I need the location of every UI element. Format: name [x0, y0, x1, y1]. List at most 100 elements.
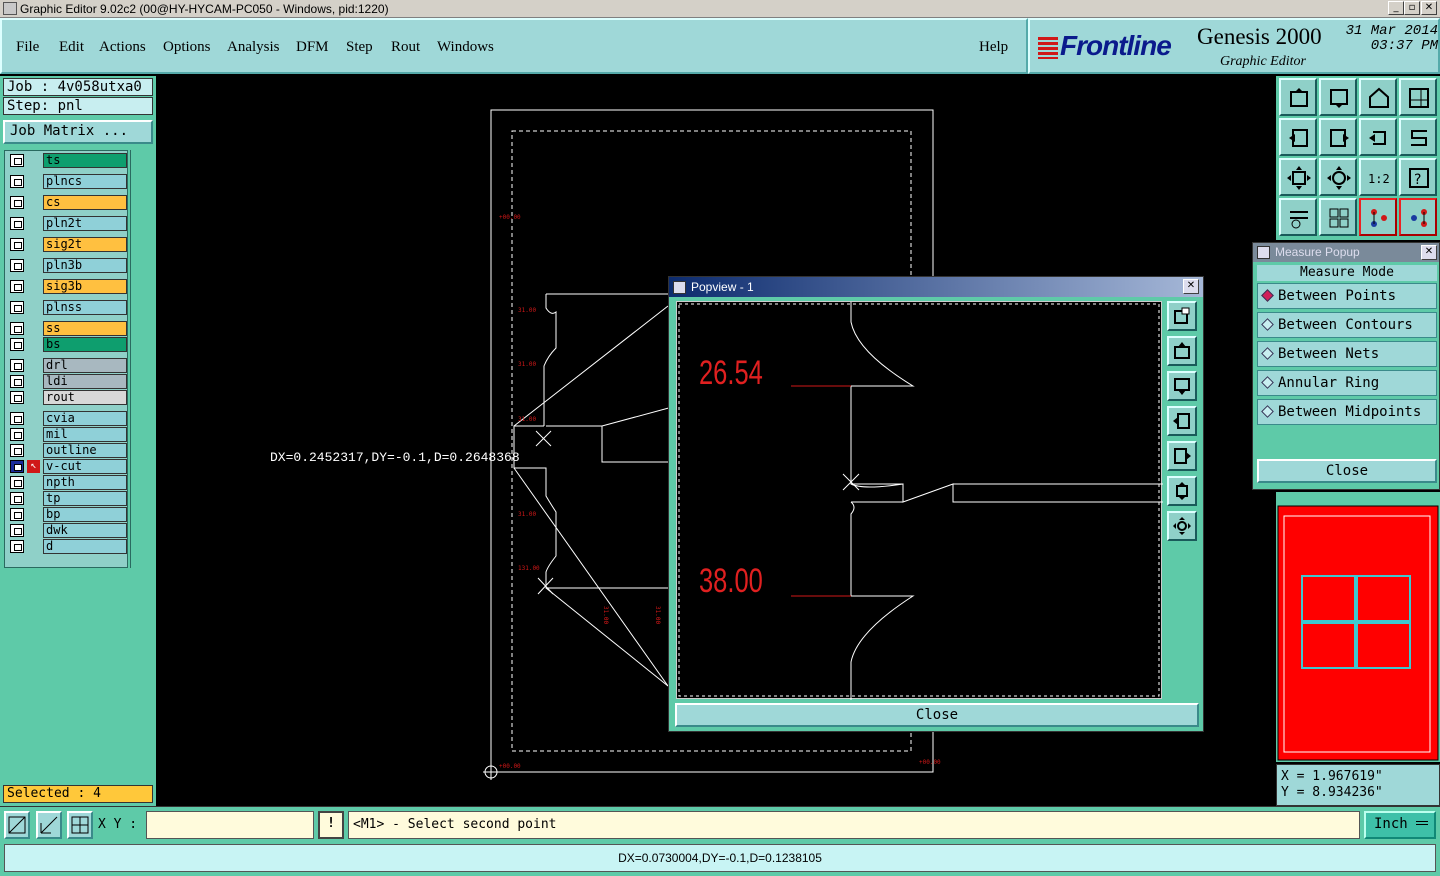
close-window-button[interactable]: ✕ [1421, 1, 1437, 15]
layer-checkbox[interactable] [10, 476, 24, 489]
menu-help[interactable]: Help [979, 39, 1008, 56]
menu-dfm[interactable]: DFM [296, 39, 329, 56]
layer-row-cvia[interactable]: cvia [9, 411, 129, 426]
layer-row-bp[interactable]: bp [9, 507, 129, 522]
layer-row-sig2t[interactable]: sig2t [9, 237, 129, 252]
tools-icon[interactable] [1279, 198, 1317, 236]
menu-analysis[interactable]: Analysis [227, 39, 280, 56]
popview-zoom-in-icon[interactable] [1167, 336, 1197, 366]
scale-1-2-icon[interactable]: 1:2 [1359, 158, 1397, 196]
layer-checkbox[interactable] [10, 217, 24, 230]
menu-step[interactable]: Step [346, 39, 373, 56]
execute-button[interactable]: ! [318, 811, 344, 839]
layer-row-mil[interactable]: mil [9, 427, 129, 442]
menu-rout[interactable]: Rout [391, 39, 420, 56]
grid-snap-icon[interactable] [67, 811, 93, 839]
popview-close-button[interactable]: Close [675, 703, 1199, 727]
layer-row-v-cut[interactable]: ↖ v-cut [9, 459, 129, 474]
layer-checkbox[interactable] [10, 508, 24, 521]
layer-row-bs[interactable]: bs [9, 337, 129, 352]
mode-between-contours[interactable]: Between Contours [1257, 312, 1437, 338]
layer-row-plnss[interactable]: plnss [9, 300, 129, 315]
layer-checkbox[interactable] [10, 375, 24, 388]
menu-options[interactable]: Options [163, 39, 211, 56]
layer-row-npth[interactable]: npth [9, 475, 129, 490]
layer-checkbox[interactable] [10, 428, 24, 441]
menu-actions[interactable]: Actions [99, 39, 146, 56]
zoom-fit-icon[interactable] [1279, 158, 1317, 196]
snap-icon[interactable] [4, 811, 30, 839]
layer-row-outline[interactable]: outline [9, 443, 129, 458]
layer-checkbox[interactable] [10, 540, 24, 553]
xy-input[interactable] [146, 811, 314, 839]
minimize-button[interactable]: _ [1388, 1, 1404, 15]
layer-row-pln2t[interactable]: pln2t [9, 216, 129, 231]
zoom-center-icon[interactable] [1319, 158, 1357, 196]
layer-row-pln3b[interactable]: pln3b [9, 258, 129, 273]
layer-checkbox[interactable] [10, 391, 24, 404]
layer-row-ss[interactable]: ss [9, 321, 129, 336]
layer-scrollbar[interactable] [130, 150, 154, 568]
overview-map[interactable] [1276, 492, 1440, 762]
mode-annular-ring[interactable]: Annular Ring [1257, 370, 1437, 396]
layer-checkbox[interactable] [10, 492, 24, 505]
layer-checkbox[interactable] [10, 301, 24, 314]
layer-checkbox[interactable] [10, 154, 24, 167]
grid-icon[interactable] [1319, 198, 1357, 236]
brand-area: Frontline Genesis 2000 Graphic Editor 31… [1028, 18, 1440, 74]
help-icon[interactable]: ? [1399, 158, 1437, 196]
undo-view-icon[interactable] [1359, 118, 1397, 156]
layer-row-cs[interactable]: cs [9, 195, 129, 210]
layer-checkbox[interactable] [10, 524, 24, 537]
layer-row-drl[interactable]: drl [9, 358, 129, 373]
home-icon[interactable] [1359, 78, 1397, 116]
maximize-button[interactable]: ▫ [1404, 1, 1420, 15]
menu-windows[interactable]: Windows [437, 39, 494, 56]
popview-zoom-out-icon[interactable] [1167, 371, 1197, 401]
layer-checkbox[interactable] [10, 259, 24, 272]
measure-close-button[interactable]: Close [1257, 459, 1437, 483]
layer-row-ldi[interactable]: ldi [9, 374, 129, 389]
layer-row-plncs[interactable]: plncs [9, 174, 129, 189]
popview-pan-left-icon[interactable] [1167, 406, 1197, 436]
layer-row-dwk[interactable]: dwk [9, 523, 129, 538]
mode-between-points[interactable]: Between Points [1257, 283, 1437, 309]
measure-close-icon[interactable]: ✕ [1421, 245, 1437, 260]
popview-close-icon[interactable]: ✕ [1183, 279, 1199, 294]
pan-left-icon[interactable] [1279, 118, 1317, 156]
pan-right-icon[interactable] [1319, 118, 1357, 156]
layer-checkbox[interactable] [10, 238, 24, 251]
job-matrix-button[interactable]: Job Matrix ... [3, 120, 153, 144]
popview-canvas[interactable]: 26.54 38.00 [676, 301, 1163, 700]
mode-between-nets[interactable]: Between Nets [1257, 341, 1437, 367]
layer-checkbox[interactable] [10, 460, 24, 473]
layer-checkbox[interactable] [10, 322, 24, 335]
net-highlight-icon[interactable] [1359, 198, 1397, 236]
zoom-in-icon[interactable] [1279, 78, 1317, 116]
menu-file[interactable]: File [16, 39, 39, 56]
layer-checkbox[interactable] [10, 196, 24, 209]
split-view-icon[interactable] [1399, 78, 1437, 116]
zoom-out-icon[interactable] [1319, 78, 1357, 116]
layer-row-d[interactable]: d [9, 539, 129, 554]
layer-row-tp[interactable]: tp [9, 491, 129, 506]
popview-center-icon[interactable] [1167, 511, 1197, 541]
mode-between-midpoints[interactable]: Between Midpoints [1257, 399, 1437, 425]
popview-settings-icon[interactable] [1167, 301, 1197, 331]
unit-selector[interactable]: Inch [1364, 811, 1436, 839]
popview-fit-icon[interactable] [1167, 476, 1197, 506]
net-select-icon[interactable] [1399, 198, 1437, 236]
layer-row-ts[interactable]: ts [9, 153, 129, 168]
measure-tool-icon[interactable] [36, 811, 62, 839]
menu-edit[interactable]: Edit [59, 39, 84, 56]
popview-pan-right-icon[interactable] [1167, 441, 1197, 471]
layer-checkbox[interactable] [10, 444, 24, 457]
layer-checkbox[interactable] [10, 412, 24, 425]
layer-row-rout[interactable]: rout [9, 390, 129, 405]
layer-checkbox[interactable] [10, 359, 24, 372]
layer-checkbox[interactable] [10, 175, 24, 188]
layer-checkbox[interactable] [10, 280, 24, 293]
redraw-icon[interactable] [1399, 118, 1437, 156]
layer-checkbox[interactable] [10, 338, 24, 351]
layer-row-sig3b[interactable]: sig3b [9, 279, 129, 294]
